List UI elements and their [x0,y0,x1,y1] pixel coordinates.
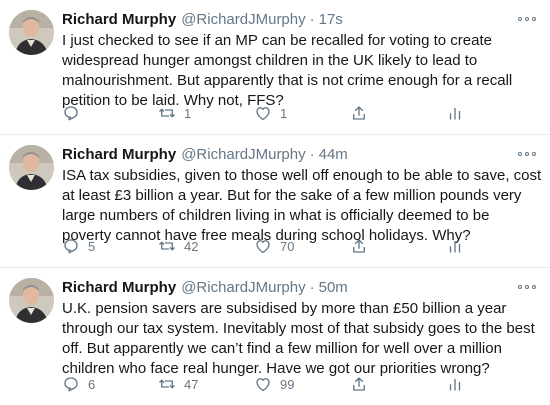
analytics-button[interactable] [446,236,464,256]
tweet-text: U.K. pension savers are subsidised by mo… [62,300,535,377]
reply-count: 6 [88,376,96,392]
tweet-header: Richard Murphy @RichardJMurphy · 44m [62,145,536,165]
share-icon [353,239,365,253]
more-options-icon[interactable] [518,282,536,292]
separator-dot: · [309,146,315,163]
reply-icon [64,377,78,392]
tweet-header: Richard Murphy @RichardJMurphy · 50m [62,278,536,298]
heart-icon [256,107,270,121]
reply-button[interactable]: 5 [62,236,95,256]
more-options-icon[interactable] [518,149,536,159]
analytics-icon [449,378,461,391]
reply-button[interactable]: 6 [62,374,95,394]
tweet-actions: 5 42 70 [62,236,462,256]
retweet-icon [159,241,175,251]
tweet-header: Richard Murphy @RichardJMurphy · 17s [62,10,536,30]
timestamp[interactable]: 50m [319,278,348,298]
reply-icon [64,239,78,254]
analytics-button[interactable] [446,103,464,123]
retweet-count: 47 [184,376,199,392]
reply-count: 5 [88,238,96,254]
retweet-button[interactable]: 47 [158,374,198,394]
author-handle[interactable]: @RichardJMurphy [181,10,305,30]
timestamp[interactable]: 17s [319,10,343,30]
analytics-button[interactable] [446,374,464,394]
like-button[interactable]: 1 [254,103,287,123]
retweet-count: 42 [184,238,199,254]
like-button[interactable]: 99 [254,374,294,394]
analytics-icon [449,107,461,120]
tweet-actions: 1 1 [62,103,462,123]
retweet-icon [159,379,175,389]
separator-dot: · [309,11,315,28]
like-button[interactable]: 70 [254,236,294,256]
share-button[interactable] [350,236,368,256]
avatar-image [9,145,54,190]
like-count: 1 [280,105,288,121]
retweet-button[interactable]: 1 [158,103,191,123]
timeline: Richard Murphy @RichardJMurphy · 17s I j… [0,0,550,405]
tweet-actions: 6 47 99 [62,374,462,394]
share-icon [353,377,365,391]
author-handle[interactable]: @RichardJMurphy [181,145,305,165]
author-name[interactable]: Richard Murphy [62,278,176,298]
reply-button[interactable] [62,103,88,123]
analytics-icon [449,240,461,253]
avatar[interactable] [9,145,54,190]
tweet[interactable]: Richard Murphy @RichardJMurphy · 17s I j… [0,0,550,135]
avatar[interactable] [9,278,54,323]
tweet-text: I just checked to see if an MP can be re… [62,32,513,109]
retweet-icon [159,108,175,118]
share-button[interactable] [350,374,368,394]
heart-icon [256,240,270,254]
share-button[interactable] [350,103,368,123]
like-count: 99 [280,376,295,392]
tweet[interactable]: Richard Murphy @RichardJMurphy · 50m U.K… [0,268,550,405]
author-name[interactable]: Richard Murphy [62,10,176,30]
tweet-text: ISA tax subsidies, given to those well o… [62,167,542,244]
retweet-button[interactable]: 42 [158,236,198,256]
like-count: 70 [280,238,295,254]
avatar-image [9,10,54,55]
avatar-image [9,278,54,323]
share-icon [353,106,365,120]
retweet-count: 1 [184,105,192,121]
author-name[interactable]: Richard Murphy [62,145,176,165]
author-handle[interactable]: @RichardJMurphy [181,278,305,298]
reply-icon [64,106,78,121]
timestamp[interactable]: 44m [319,145,348,165]
separator-dot: · [309,279,315,296]
heart-icon [256,378,270,392]
avatar[interactable] [9,10,54,55]
more-options-icon[interactable] [518,14,536,24]
tweet[interactable]: Richard Murphy @RichardJMurphy · 44m ISA… [0,135,550,268]
